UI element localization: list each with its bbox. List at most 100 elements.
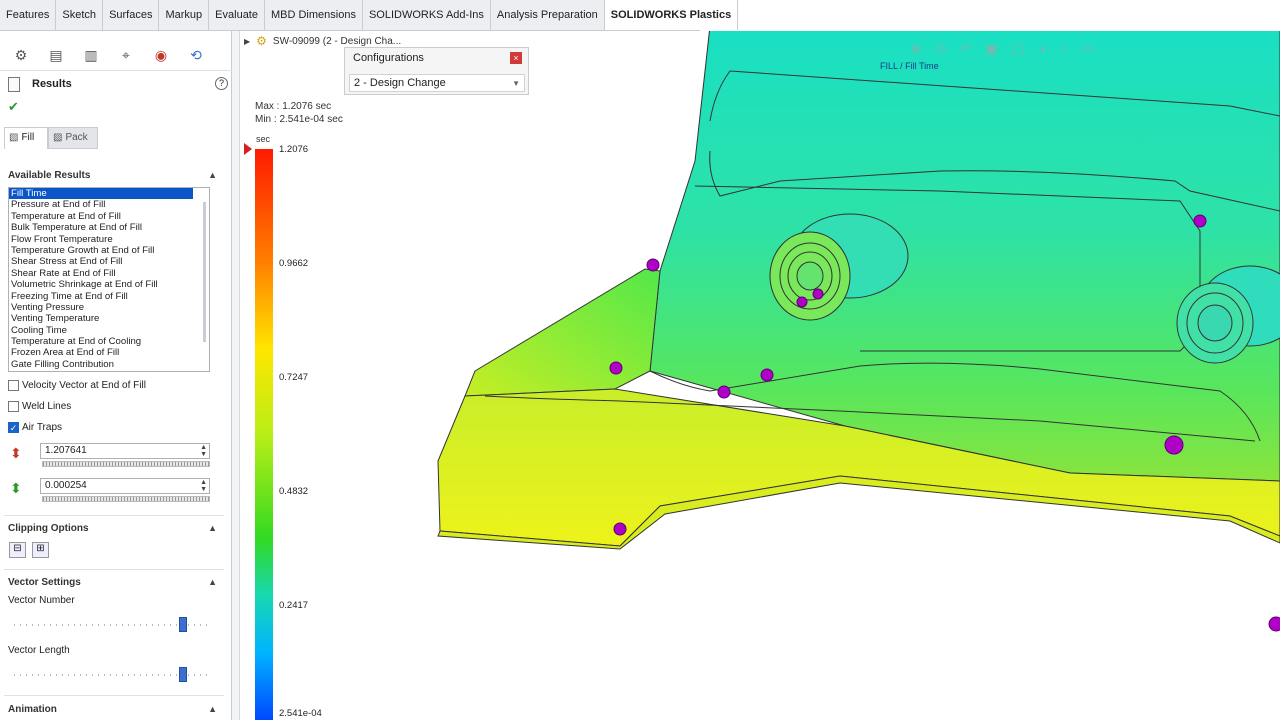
- vector-length-slider-thumb[interactable]: [178, 667, 187, 682]
- list-item[interactable]: Temperature at End of Fill: [9, 211, 209, 222]
- list-item[interactable]: Cooling Time: [9, 325, 209, 336]
- previous-view-icon[interactable]: ↶: [960, 41, 971, 57]
- property-manager-panel: ⚙ ▤ ▥ ⌖ ◉ ⟲ Results ? ✔ ▧ Fill ▨ Pack Avai…: [0, 31, 232, 720]
- vector-number-slider-thumb[interactable]: [178, 617, 187, 632]
- configuration-select[interactable]: 2 - Design Change ▼: [349, 74, 525, 92]
- min-value-field[interactable]: 0.000254 ▲ ▼: [40, 478, 210, 494]
- document-title: SW-09099 (2 - Design Cha...: [272, 35, 402, 47]
- collapse-icon[interactable]: ▲: [208, 704, 217, 714]
- scale-label: 0.2417: [279, 600, 309, 611]
- collapse-icon[interactable]: ▲: [208, 170, 217, 180]
- panel-title: Results: [32, 78, 72, 90]
- fill-tab[interactable]: ▧ Fill: [4, 127, 48, 149]
- list-item[interactable]: Volumetric Shrinkage at End of Fill: [9, 279, 209, 290]
- min-readout: Min : 2.541e-04 sec: [255, 114, 343, 125]
- monitor-icon[interactable]: ▭: [1082, 41, 1094, 57]
- clipping-options-heading: Clipping Options: [8, 523, 89, 534]
- graphics-viewport[interactable]: FILL / Fill Time ▶ ⚙ SW-09099 (2 - Desig…: [240, 31, 1280, 720]
- configuration-manager-icon[interactable]: ▥: [78, 44, 104, 68]
- panel-icon-bar: ⚙ ▤ ▥ ⌖ ◉ ⟲: [0, 41, 232, 71]
- fill-pack-tabs: ▧ Fill ▨ Pack: [4, 127, 114, 149]
- configurations-popup: Configurations × 2 - Design Change ▼: [344, 47, 529, 95]
- pack-tab[interactable]: ▨ Pack: [48, 127, 98, 149]
- velocity-vector-label: Velocity Vector at End of Fill: [22, 380, 146, 391]
- tab-solidworks-addins[interactable]: SOLIDWORKS Add-Ins: [363, 0, 491, 30]
- vector-settings-heading: Vector Settings: [8, 577, 81, 588]
- view-orientation-icon[interactable]: ▢: [1012, 41, 1024, 57]
- section-view-icon[interactable]: ▣: [985, 41, 997, 57]
- feature-manager-icon[interactable]: ⚙: [8, 44, 34, 68]
- clipping-plane-icon[interactable]: ⊟: [9, 542, 26, 558]
- vector-number-label: Vector Number: [8, 595, 75, 606]
- configurations-title: Configurations: [353, 52, 424, 64]
- tab-features[interactable]: Features: [0, 0, 57, 30]
- tab-sketch[interactable]: Sketch: [56, 0, 104, 30]
- list-item[interactable]: Temperature Growth at End of Fill: [9, 245, 209, 256]
- scale-unit: sec: [256, 134, 271, 144]
- max-value-ruler[interactable]: [42, 461, 210, 467]
- collapse-icon[interactable]: ▲: [208, 523, 217, 533]
- results-list[interactable]: Fill Time Pressure at End of Fill Temper…: [8, 187, 210, 372]
- appearance-icon[interactable]: ◉: [148, 44, 174, 68]
- tab-analysis-preparation[interactable]: Analysis Preparation: [491, 0, 605, 30]
- zoom-to-fit-icon[interactable]: ⊕: [911, 41, 922, 57]
- list-item[interactable]: Venting Temperature: [9, 313, 209, 324]
- command-manager-tabs: Features Sketch Surfaces Markup Evaluate…: [0, 0, 739, 31]
- list-item[interactable]: Freezing Time at End of Fill: [9, 291, 209, 302]
- tab-solidworks-plastics[interactable]: SOLIDWORKS Plastics: [604, 0, 739, 30]
- part-body-left-flange: [464, 268, 661, 397]
- list-item[interactable]: Bulk Temperature at End of Fill: [9, 222, 209, 233]
- list-item[interactable]: Gate Filling Contribution: [9, 359, 209, 370]
- tab-mbd-dimensions[interactable]: MBD Dimensions: [265, 0, 363, 30]
- spin-arrows-icon[interactable]: ▲ ▼: [200, 444, 207, 458]
- close-icon[interactable]: ×: [510, 52, 522, 64]
- help-icon[interactable]: ?: [215, 77, 228, 90]
- spin-arrows-icon[interactable]: ▲ ▼: [200, 479, 207, 493]
- panel-splitter[interactable]: [232, 31, 240, 720]
- air-traps-label: Air Traps: [22, 422, 63, 433]
- scale-label: 0.4832: [279, 486, 309, 497]
- divider: [4, 569, 224, 570]
- document-icon: [8, 77, 20, 92]
- tab-markup[interactable]: Markup: [159, 0, 210, 30]
- scale-label: 1.2076: [279, 144, 309, 155]
- list-item[interactable]: Temperature at End of Cooling: [9, 336, 209, 347]
- list-item[interactable]: Pressure at End of Fill: [9, 199, 209, 210]
- scale-label: 2.541e-04: [279, 708, 322, 719]
- list-item[interactable]: Flow Front Temperature: [9, 234, 209, 245]
- collapse-icon[interactable]: ▲: [208, 577, 217, 587]
- divider: [4, 515, 224, 516]
- max-value-field[interactable]: 1.207641 ▲ ▼: [40, 443, 210, 459]
- list-item[interactable]: Fill Time: [9, 188, 193, 200]
- tab-surfaces[interactable]: Surfaces: [103, 0, 160, 30]
- list-scrollbar[interactable]: [203, 202, 206, 342]
- expand-arrow-icon[interactable]: ▶: [244, 37, 250, 46]
- list-item[interactable]: Venting Pressure: [9, 302, 209, 313]
- clipping-section-icon[interactable]: ⊞: [32, 542, 49, 558]
- air-traps-checkbox[interactable]: ✓: [8, 422, 19, 433]
- plastics-manager-icon[interactable]: ⟲: [183, 44, 209, 68]
- list-item[interactable]: Frozen Area at End of Fill: [9, 347, 209, 358]
- part-icon: ⚙: [256, 34, 267, 48]
- ok-check-icon[interactable]: ✔: [8, 99, 19, 115]
- tab-evaluate[interactable]: Evaluate: [209, 0, 265, 30]
- weld-lines-label: Weld Lines: [22, 401, 72, 412]
- property-manager-icon[interactable]: ▤: [43, 44, 69, 68]
- dimxpert-icon[interactable]: ⌖: [113, 44, 139, 68]
- velocity-vector-checkbox[interactable]: [8, 380, 19, 391]
- vector-length-label: Vector Length: [8, 645, 70, 656]
- list-item[interactable]: Shear Stress at End of Fill: [9, 256, 209, 267]
- max-value-icon: ⬍: [10, 445, 22, 461]
- part-model: FILL / Fill Time: [437, 31, 1280, 632]
- scale-label: 0.7247: [279, 372, 309, 383]
- hide-show-icon[interactable]: ◔: [1060, 41, 1068, 57]
- min-value-ruler[interactable]: [42, 496, 210, 502]
- heads-up-toolbar: ⊕ ⊙ ↶ ▣ ▢ ◑ ◔ ▭: [911, 41, 1094, 57]
- display-style-icon[interactable]: ◑: [1038, 41, 1046, 57]
- animation-heading: Animation: [8, 704, 57, 715]
- color-scale-bar: [255, 149, 273, 720]
- weld-lines-checkbox[interactable]: [8, 401, 19, 412]
- scale-label: 0.9662: [279, 258, 309, 269]
- zoom-area-icon[interactable]: ⊙: [936, 41, 947, 57]
- list-item[interactable]: Shear Rate at End of Fill: [9, 268, 209, 279]
